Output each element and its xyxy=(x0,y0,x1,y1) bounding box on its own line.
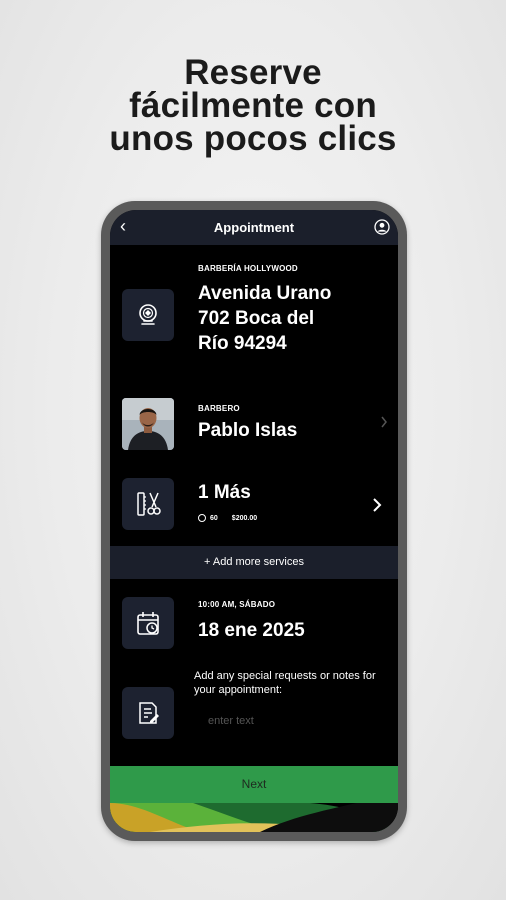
address-line-1: Avenida Urano xyxy=(198,283,332,304)
service-meta: 60 $200.00 xyxy=(198,514,257,522)
headline-line-1: Reserve xyxy=(184,53,322,92)
appointment-date: 18 ene 2025 xyxy=(198,620,305,641)
barber-pole-icon xyxy=(139,304,157,325)
page-title: Appointment xyxy=(213,220,295,235)
next-button[interactable]: Next xyxy=(110,766,398,803)
barber-role-label: BARBERO xyxy=(198,404,240,413)
app-screen: ‹ Appointment BARBERÍA HOLLYWOOD Avenida… xyxy=(110,210,398,832)
service-duration: 60 xyxy=(210,514,218,522)
appointment-time-day: 10:00 AM, SÁBADO xyxy=(198,600,276,609)
clock-icon xyxy=(198,514,206,522)
shop-name-label: BARBERÍA HOLLYWOOD xyxy=(198,264,298,273)
shop-address: Avenida Urano 702 Boca del Río 94294 xyxy=(198,281,331,356)
user-profile-icon[interactable] xyxy=(374,219,390,235)
services-title: 1 Más xyxy=(198,482,251,503)
barber-avatar xyxy=(122,398,174,450)
app-header: ‹ Appointment xyxy=(110,210,398,245)
chevron-right-icon[interactable] xyxy=(380,416,388,428)
notes-input[interactable] xyxy=(208,713,358,729)
promo-headline: Reserve fácilmente con unos pocos clics xyxy=(0,53,506,158)
scissors-comb-icon xyxy=(137,492,161,516)
address-line-2: 702 Boca del xyxy=(198,308,315,329)
shop-icon-box xyxy=(122,289,174,341)
address-line-3: Río 94294 xyxy=(198,333,287,354)
phone-frame: ‹ Appointment BARBERÍA HOLLYWOOD Avenida… xyxy=(101,201,407,841)
notes-icon xyxy=(139,702,159,724)
services-icon-box xyxy=(122,478,174,530)
notes-label: Add any special requests or notes for yo… xyxy=(194,670,376,696)
notes-icon-box xyxy=(122,687,174,739)
barber-name: Pablo Islas xyxy=(198,420,298,441)
service-price: $200.00 xyxy=(231,514,258,522)
add-more-services-button[interactable]: + Add more services xyxy=(110,546,398,579)
headline-line-3: unos pocos clics xyxy=(109,119,397,158)
headline-line-2: fácilmente con xyxy=(129,86,377,125)
calendar-icon xyxy=(137,612,159,635)
chevron-right-icon[interactable] xyxy=(372,497,382,513)
datetime-icon-box xyxy=(122,597,174,649)
